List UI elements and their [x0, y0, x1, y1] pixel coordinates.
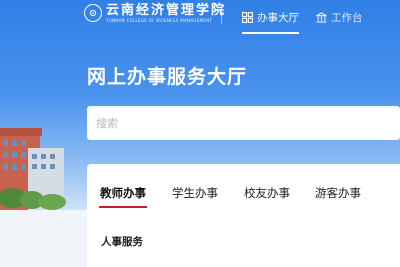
tab-alumni-services[interactable]: 校友办事 — [244, 185, 290, 201]
building-icon — [316, 11, 327, 23]
nav-item-service-hall[interactable]: 办事大厅 — [242, 0, 299, 34]
section-title-hr: 人事服务 — [101, 236, 143, 248]
nav-item-workbench[interactable]: 工作台 — [316, 0, 363, 34]
tab-student-services[interactable]: 学生办事 — [172, 185, 218, 201]
college-name-en: YUNNAN COLLEGE OF BUSINESS MANAGEMENT — [106, 18, 213, 23]
tab-visitor-services[interactable]: 游客办事 — [315, 185, 361, 201]
service-card: 教师办事 学生办事 校友办事 游客办事 人事服务 — [87, 164, 400, 267]
nav-item-label: 办事大厅 — [257, 11, 299, 24]
campus-building-illustration — [0, 128, 66, 210]
college-logo[interactable]: 云南经济管理学院 YUNNAN COLLEGE OF BUSINESS MANA… — [84, 3, 226, 23]
category-tabs: 教师办事 学生办事 校友办事 游客办事 — [87, 164, 400, 210]
grid-icon — [242, 11, 253, 23]
nav-divider — [221, 8, 222, 24]
active-tab-indicator — [99, 206, 147, 208]
college-emblem-icon — [84, 4, 102, 22]
page-title: 网上办事服务大厅 — [87, 66, 248, 88]
search-input[interactable] — [87, 106, 400, 140]
top-nav-bar: 云南经济管理学院 YUNNAN COLLEGE OF BUSINESS MANA… — [0, 0, 400, 34]
nav-item-label: 工作台 — [331, 11, 363, 24]
tab-teacher-services[interactable]: 教师办事 — [100, 185, 146, 201]
college-name-cn: 云南经济管理学院 — [106, 3, 227, 18]
